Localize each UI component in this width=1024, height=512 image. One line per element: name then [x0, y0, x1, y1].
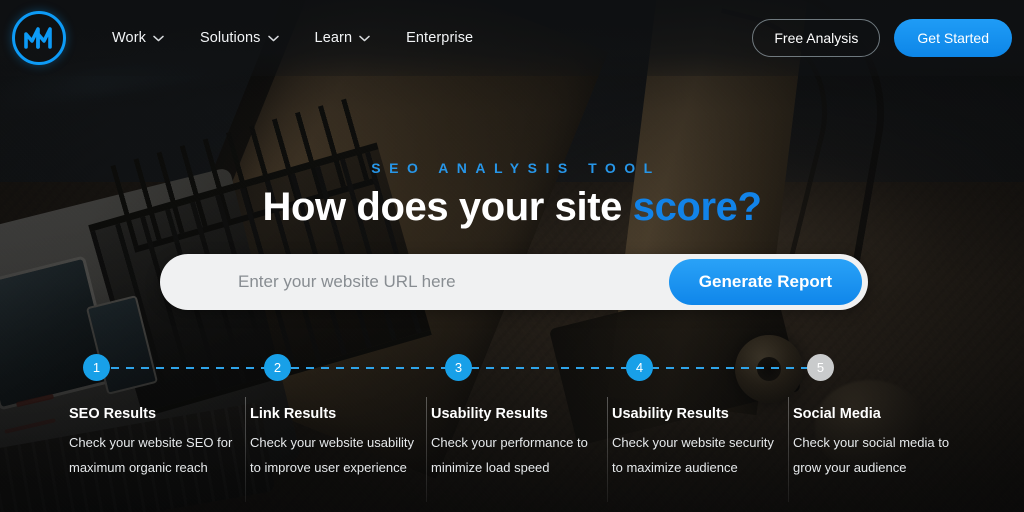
- step-description: Check your website security to maximize …: [612, 435, 774, 475]
- step-title: Social Media: [793, 406, 881, 422]
- headline-accent-text: score?: [632, 185, 762, 229]
- step-divider: [607, 397, 608, 502]
- chevron-down-icon: [267, 30, 279, 46]
- primary-navigation: Work Solutions Learn Enterprise: [112, 0, 473, 76]
- page-title: How does your site score?: [0, 185, 1024, 230]
- step-description: Check your website SEO for maximum organ…: [69, 435, 233, 475]
- step-number-badge: 1: [83, 354, 110, 381]
- step-description: Check your performance to minimize load …: [431, 435, 588, 475]
- hero-eyebrow: SEO ANALYSIS TOOL: [371, 160, 661, 176]
- nav-item-work[interactable]: Work: [112, 30, 164, 46]
- step-divider: [245, 397, 246, 502]
- step-title: Link Results: [250, 406, 337, 422]
- step-number-badge: 5: [807, 354, 834, 381]
- free-analysis-button[interactable]: Free Analysis: [752, 19, 881, 57]
- nav-item-learn[interactable]: Learn: [315, 30, 371, 46]
- step-divider: [788, 397, 789, 502]
- url-search-bar: Generate Report: [160, 254, 868, 310]
- chevron-down-icon: [359, 30, 370, 46]
- nav-item-label: Enterprise: [406, 30, 474, 46]
- step-title: SEO Results: [69, 406, 157, 422]
- nav-item-label: Solutions: [199, 30, 261, 46]
- website-url-input[interactable]: [160, 272, 669, 292]
- get-started-button[interactable]: Get Started: [894, 19, 1012, 57]
- nav-item-enterprise[interactable]: Enterprise: [406, 30, 473, 46]
- site-header: Work Solutions Learn Enterprise Free Ana…: [0, 0, 1024, 76]
- step-number-badge: 2: [264, 354, 291, 381]
- step-description: Check your website usability to improve …: [250, 435, 415, 475]
- steps-timeline: 1 SEO Results Check your website SEO for…: [0, 352, 1024, 512]
- nav-item-label: Work: [112, 30, 146, 46]
- headline-main-text: How does your site: [262, 185, 633, 229]
- brand-logo[interactable]: [12, 11, 66, 65]
- header-actions: Free Analysis Get Started: [752, 0, 1012, 76]
- chevron-down-icon: [153, 30, 164, 46]
- hero-section: SEO ANALYSIS TOOL How does your site sco…: [0, 160, 1024, 230]
- generate-report-button[interactable]: Generate Report: [668, 259, 862, 305]
- circle-m-logo-icon: [24, 27, 54, 49]
- nav-item-solutions[interactable]: Solutions: [200, 30, 279, 46]
- step-description: Check your social media to grow your aud…: [793, 435, 950, 475]
- step-divider: [426, 397, 427, 502]
- step-number-badge: 3: [445, 354, 472, 381]
- nav-item-label: Learn: [314, 30, 353, 46]
- step-number-badge: 4: [626, 354, 653, 381]
- step-title: Usability Results: [612, 406, 729, 422]
- step-title: Usability Results: [431, 406, 548, 422]
